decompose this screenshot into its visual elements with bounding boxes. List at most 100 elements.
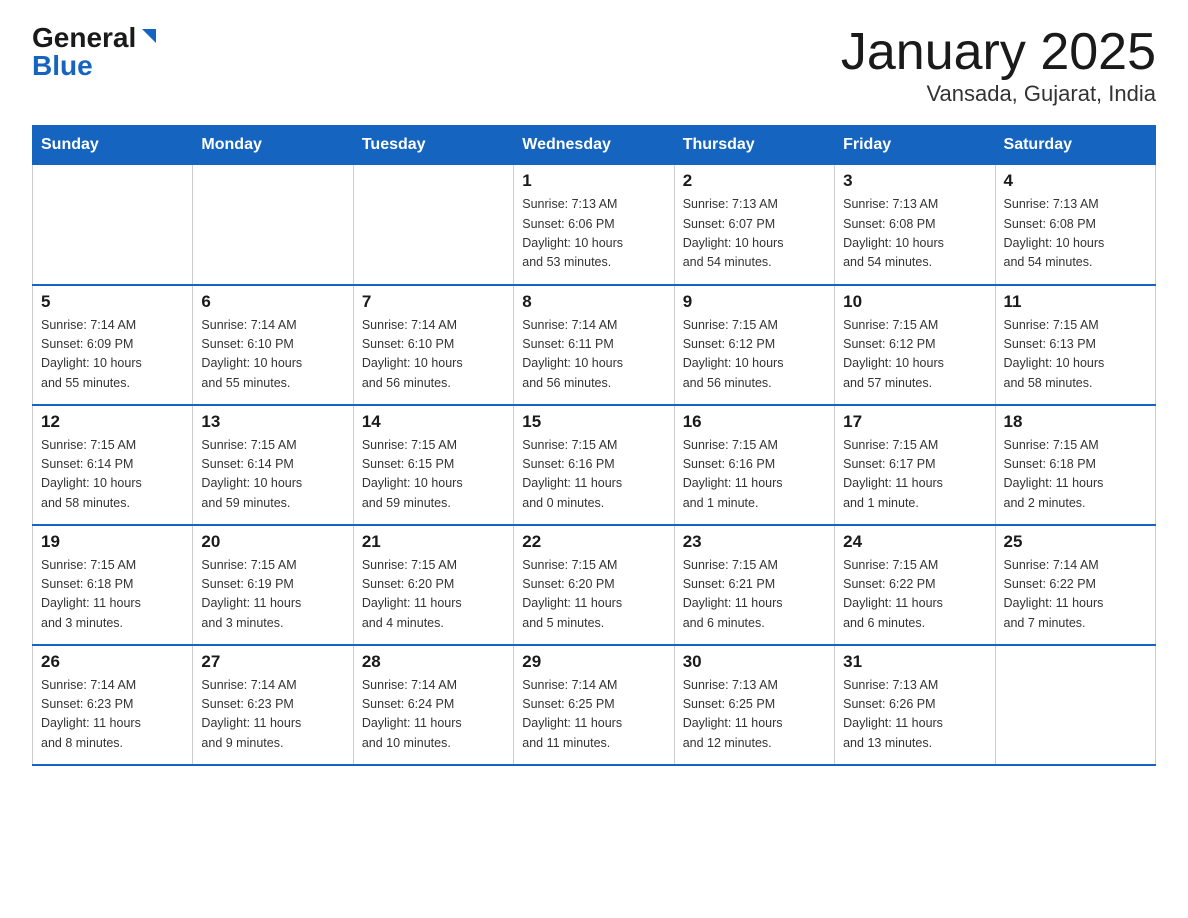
day-info: Sunrise: 7:15 AM Sunset: 6:13 PM Dayligh… [1004,316,1147,394]
calendar-cell: 20 Sunrise: 7:15 AM Sunset: 6:19 PM Dayli… [193,525,353,645]
day-info: Sunrise: 7:14 AM Sunset: 6:10 PM Dayligh… [362,316,505,394]
calendar-cell [353,165,513,285]
calendar-cell: 21 Sunrise: 7:15 AM Sunset: 6:20 PM Dayli… [353,525,513,645]
day-number: 8 [522,292,665,312]
day-info: Sunrise: 7:15 AM Sunset: 6:22 PM Dayligh… [843,556,986,634]
page-subtitle: Vansada, Gujarat, India [841,81,1156,107]
day-info: Sunrise: 7:14 AM Sunset: 6:09 PM Dayligh… [41,316,184,394]
day-info: Sunrise: 7:15 AM Sunset: 6:12 PM Dayligh… [843,316,986,394]
col-sunday: Sunday [33,126,193,165]
day-info: Sunrise: 7:14 AM Sunset: 6:22 PM Dayligh… [1004,556,1147,634]
calendar-cell: 12 Sunrise: 7:15 AM Sunset: 6:14 PM Dayli… [33,405,193,525]
day-number: 29 [522,652,665,672]
day-info: Sunrise: 7:14 AM Sunset: 6:11 PM Dayligh… [522,316,665,394]
col-saturday: Saturday [995,126,1155,165]
day-info: Sunrise: 7:13 AM Sunset: 6:07 PM Dayligh… [683,195,826,273]
calendar-cell: 5 Sunrise: 7:14 AM Sunset: 6:09 PM Daylig… [33,285,193,405]
day-number: 17 [843,412,986,432]
day-info: Sunrise: 7:14 AM Sunset: 6:25 PM Dayligh… [522,676,665,754]
calendar-cell: 27 Sunrise: 7:14 AM Sunset: 6:23 PM Dayli… [193,645,353,765]
day-number: 23 [683,532,826,552]
logo-triangle-icon [138,25,160,47]
calendar-cell [193,165,353,285]
calendar-cell: 13 Sunrise: 7:15 AM Sunset: 6:14 PM Dayli… [193,405,353,525]
day-info: Sunrise: 7:14 AM Sunset: 6:23 PM Dayligh… [41,676,184,754]
day-number: 21 [362,532,505,552]
day-number: 9 [683,292,826,312]
calendar-cell: 18Sunrise: 7:15 AM Sunset: 6:18 PM Dayli… [995,405,1155,525]
day-info: Sunrise: 7:15 AM Sunset: 6:21 PM Dayligh… [683,556,826,634]
day-number: 22 [522,532,665,552]
day-info: Sunrise: 7:15 AM Sunset: 6:12 PM Dayligh… [683,316,826,394]
logo: General Blue [32,24,160,80]
day-number: 18 [1004,412,1147,432]
day-number: 7 [362,292,505,312]
day-info: Sunrise: 7:15 AM Sunset: 6:14 PM Dayligh… [201,436,344,514]
day-number: 16 [683,412,826,432]
day-number: 3 [843,171,986,191]
title-block: January 2025 Vansada, Gujarat, India [841,24,1156,107]
calendar-cell: 10 Sunrise: 7:15 AM Sunset: 6:12 PM Dayli… [835,285,995,405]
day-number: 27 [201,652,344,672]
day-number: 5 [41,292,184,312]
calendar-cell: 30Sunrise: 7:13 AM Sunset: 6:25 PM Dayli… [674,645,834,765]
calendar-cell: 31 Sunrise: 7:13 AM Sunset: 6:26 PM Dayli… [835,645,995,765]
day-number: 2 [683,171,826,191]
calendar-cell: 6 Sunrise: 7:14 AM Sunset: 6:10 PM Daylig… [193,285,353,405]
calendar-cell: 1Sunrise: 7:13 AM Sunset: 6:06 PM Daylig… [514,165,674,285]
day-info: Sunrise: 7:15 AM Sunset: 6:16 PM Dayligh… [522,436,665,514]
day-number: 26 [41,652,184,672]
day-info: Sunrise: 7:13 AM Sunset: 6:08 PM Dayligh… [843,195,986,273]
day-number: 20 [201,532,344,552]
day-number: 10 [843,292,986,312]
week-row-1: 1Sunrise: 7:13 AM Sunset: 6:06 PM Daylig… [33,165,1156,285]
day-number: 15 [522,412,665,432]
calendar-body: 1Sunrise: 7:13 AM Sunset: 6:06 PM Daylig… [33,165,1156,765]
day-info: Sunrise: 7:15 AM Sunset: 6:20 PM Dayligh… [362,556,505,634]
page-header: General Blue January 2025 Vansada, Gujar… [32,24,1156,107]
day-number: 12 [41,412,184,432]
week-row-5: 26 Sunrise: 7:14 AM Sunset: 6:23 PM Dayli… [33,645,1156,765]
calendar-cell: 17 Sunrise: 7:15 AM Sunset: 6:17 PM Dayli… [835,405,995,525]
calendar-cell: 2 Sunrise: 7:13 AM Sunset: 6:07 PM Daylig… [674,165,834,285]
day-info: Sunrise: 7:13 AM Sunset: 6:08 PM Dayligh… [1004,195,1147,273]
day-info: Sunrise: 7:14 AM Sunset: 6:23 PM Dayligh… [201,676,344,754]
calendar-cell: 23 Sunrise: 7:15 AM Sunset: 6:21 PM Dayli… [674,525,834,645]
calendar-cell: 15 Sunrise: 7:15 AM Sunset: 6:16 PM Dayli… [514,405,674,525]
col-friday: Friday [835,126,995,165]
day-info: Sunrise: 7:15 AM Sunset: 6:14 PM Dayligh… [41,436,184,514]
calendar-cell: 14Sunrise: 7:15 AM Sunset: 6:15 PM Dayli… [353,405,513,525]
calendar-cell: 7 Sunrise: 7:14 AM Sunset: 6:10 PM Daylig… [353,285,513,405]
col-wednesday: Wednesday [514,126,674,165]
calendar-cell: 29 Sunrise: 7:14 AM Sunset: 6:25 PM Dayli… [514,645,674,765]
calendar-header: Sunday Monday Tuesday Wednesday Thursday… [33,126,1156,165]
day-info: Sunrise: 7:15 AM Sunset: 6:19 PM Dayligh… [201,556,344,634]
week-row-4: 19 Sunrise: 7:15 AM Sunset: 6:18 PM Dayli… [33,525,1156,645]
calendar-cell: 9 Sunrise: 7:15 AM Sunset: 6:12 PM Daylig… [674,285,834,405]
col-thursday: Thursday [674,126,834,165]
day-info: Sunrise: 7:15 AM Sunset: 6:20 PM Dayligh… [522,556,665,634]
day-number: 19 [41,532,184,552]
day-number: 25 [1004,532,1147,552]
page-title: January 2025 [841,24,1156,81]
week-row-3: 12 Sunrise: 7:15 AM Sunset: 6:14 PM Dayli… [33,405,1156,525]
day-number: 11 [1004,292,1147,312]
day-number: 13 [201,412,344,432]
day-info: Sunrise: 7:15 AM Sunset: 6:17 PM Dayligh… [843,436,986,514]
day-info: Sunrise: 7:15 AM Sunset: 6:18 PM Dayligh… [41,556,184,634]
day-number: 30 [683,652,826,672]
col-monday: Monday [193,126,353,165]
day-info: Sunrise: 7:13 AM Sunset: 6:26 PM Dayligh… [843,676,986,754]
calendar-cell: 16Sunrise: 7:15 AM Sunset: 6:16 PM Dayli… [674,405,834,525]
calendar-cell: 26 Sunrise: 7:14 AM Sunset: 6:23 PM Dayli… [33,645,193,765]
day-info: Sunrise: 7:14 AM Sunset: 6:10 PM Dayligh… [201,316,344,394]
week-row-2: 5 Sunrise: 7:14 AM Sunset: 6:09 PM Daylig… [33,285,1156,405]
calendar-cell: 8 Sunrise: 7:14 AM Sunset: 6:11 PM Daylig… [514,285,674,405]
calendar-cell: 28Sunrise: 7:14 AM Sunset: 6:24 PM Dayli… [353,645,513,765]
day-number: 28 [362,652,505,672]
day-number: 6 [201,292,344,312]
day-number: 24 [843,532,986,552]
day-number: 31 [843,652,986,672]
calendar-cell: 25 Sunrise: 7:14 AM Sunset: 6:22 PM Dayli… [995,525,1155,645]
calendar-cell: 4Sunrise: 7:13 AM Sunset: 6:08 PM Daylig… [995,165,1155,285]
